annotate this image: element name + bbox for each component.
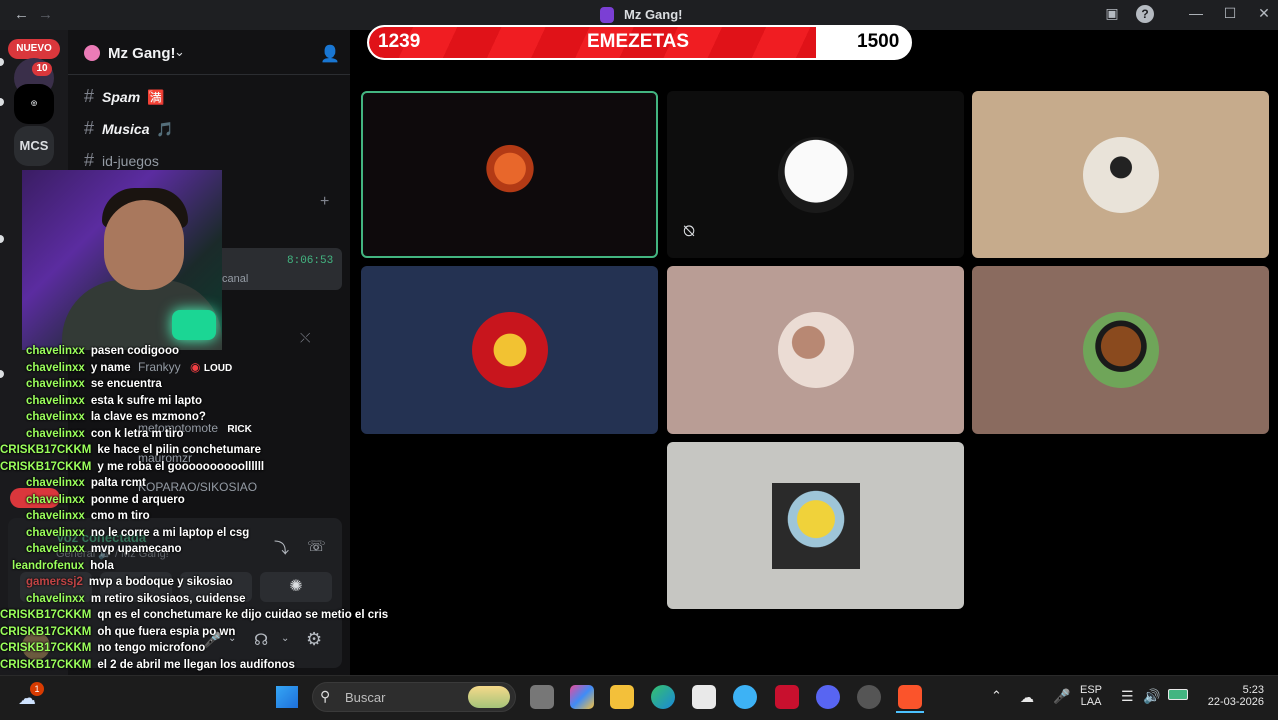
search-highlight-image <box>468 686 510 708</box>
onedrive-icon[interactable]: ☁ <box>1020 689 1034 706</box>
chat-message: chavelinxx y name <box>26 361 131 374</box>
chat-message: CRISKB17CKKM no tengo microfono <box>0 642 206 654</box>
chat-message: chavelinxx se encuentra <box>26 378 162 390</box>
discord-icon[interactable] <box>816 685 840 709</box>
hash-icon: # <box>84 150 95 170</box>
chat-message: chavelinxx ponme d arquero <box>26 493 185 506</box>
unread-count-badge: 10 <box>32 62 52 76</box>
participant-tile-am-logo[interactable]: ⦰ <box>667 91 964 258</box>
webcam-mic <box>172 310 216 340</box>
battery-icon[interactable] <box>1168 689 1188 700</box>
blurred-avatar <box>777 312 854 388</box>
goal-target-value: 1500 <box>857 31 900 52</box>
participant-tile-blurred[interactable] <box>667 266 964 434</box>
file-explorer-icon[interactable] <box>610 685 634 709</box>
chevron-up-icon[interactable]: ⌃ <box>991 688 1002 704</box>
chat-message: chavelinxx palta rcmt <box>26 477 146 489</box>
chat-message: CRISKB17CKKM ke hace el pilin conchetumar… <box>0 444 261 456</box>
search-placeholder: Buscar <box>345 690 386 705</box>
volume-icon[interactable]: 🔊 <box>1143 688 1160 705</box>
language-indicator[interactable]: ESP LAA <box>1080 684 1102 708</box>
crash-avatar <box>474 142 545 207</box>
participant-tile-crash[interactable] <box>361 91 658 258</box>
new-badge: NUEVO <box>8 39 60 59</box>
invite-user-icon[interactable]: 👤 <box>320 44 340 64</box>
minion-avatar <box>771 482 860 569</box>
goal-current-value: 1239 <box>378 31 421 52</box>
obs-icon[interactable] <box>857 685 881 709</box>
search-icon: ⚲ <box>320 688 331 704</box>
hash-icon: # <box>84 118 95 138</box>
edge-browser-icon[interactable] <box>651 685 675 709</box>
chat-message: leandrofenux hola <box>12 559 114 572</box>
am-logo-avatar <box>777 136 854 213</box>
chat-message: gamerssj2 mvp a bodoque y sikosiao <box>26 576 233 588</box>
windows-start-icon[interactable] <box>276 686 298 708</box>
microsoft-store-icon[interactable] <box>692 685 716 709</box>
webcam-face <box>104 200 184 290</box>
window-title: Mz Gang! <box>624 7 683 22</box>
copilot-icon[interactable] <box>570 685 594 709</box>
chat-message: chavelinxx la clave es mzmono? <box>26 411 206 423</box>
brave-browser-icon[interactable] <box>898 685 922 709</box>
chat-message: chavelinxx con k letra m tiro <box>26 427 184 440</box>
chat-message: CRISKB17CKKM el 2 de abril me llegan los … <box>0 658 295 671</box>
channel-spam[interactable]: # Spam 🈵 <box>84 86 164 107</box>
channel-emoji: 🈵 <box>147 89 165 105</box>
participant-tile-minion[interactable] <box>667 442 964 609</box>
server-icon-mcs[interactable]: MCS <box>14 126 54 166</box>
task-view-icon[interactable] <box>530 685 554 709</box>
help-icon[interactable]: ? <box>1136 5 1154 23</box>
microphone-tray-icon[interactable]: 🎤 <box>1053 688 1070 705</box>
channel-id-juegos[interactable]: # id-juegos <box>84 150 159 171</box>
divider <box>68 74 350 75</box>
activity-timestamp: 8:06:53 <box>287 255 334 267</box>
maximize-icon[interactable]: ☐ <box>1220 5 1240 22</box>
streamer-webcam <box>22 170 222 350</box>
soviet-avatar <box>471 312 548 388</box>
chat-message: chavelinxx no le corre a mi laptop el csg <box>26 526 250 539</box>
chat-message: CRISKB17CKKM qn es el conchetumare ke dij… <box>0 609 389 621</box>
chat-message: chavelinxx esta k sufre mi lapto <box>26 394 203 407</box>
chat-message: CRISKB17CKKM y me roba el goooooooooollll… <box>0 460 265 473</box>
mcafee-icon[interactable] <box>775 685 799 709</box>
wifi-icon[interactable]: ☰ <box>1121 688 1134 705</box>
server-boost-icon <box>84 45 100 61</box>
weather-badge: 1 <box>30 682 44 696</box>
close-icon[interactable]: ✕ <box>1254 5 1274 22</box>
participant-tile-soviet[interactable] <box>361 266 658 434</box>
forward-arrow-icon[interactable]: → <box>38 6 53 23</box>
chat-message: chavelinxx cmo m tiro <box>26 510 150 522</box>
hash-icon: # <box>84 86 95 106</box>
chevron-down-icon[interactable]: ⌄ <box>174 44 185 60</box>
chat-message: chavelinxx pasen codigooo <box>26 345 179 357</box>
app-logo-icon <box>600 7 614 23</box>
active-app-indicator <box>896 711 924 713</box>
inbox-icon[interactable]: ▣ <box>1102 5 1122 22</box>
clock[interactable]: 5:23 22-03-2026 <box>1198 684 1264 708</box>
chat-overlay: chavelinxx pasen codigooo chavelinxx y nam… <box>0 343 389 673</box>
channel-emoji: 🎵 <box>156 121 174 137</box>
back-arrow-icon[interactable]: ← <box>14 6 29 23</box>
cartoon-avatar <box>1082 312 1159 388</box>
chat-message: chavelinxx mvp upamecano <box>26 543 182 555</box>
chat-message: CRISKB17CKKM oh que fuera espia po wn <box>0 625 236 638</box>
server-icon-sports[interactable]: ◎ <box>14 84 54 124</box>
participant-tile-girl[interactable] <box>972 91 1269 258</box>
server-name[interactable]: Mz Gang! <box>108 45 176 62</box>
weather-app-icon[interactable] <box>733 685 757 709</box>
muted-camera-icon: ⦰ <box>683 223 696 240</box>
channel-musica[interactable]: # Musica 🎵 <box>84 118 174 139</box>
girl-avatar <box>1082 136 1159 213</box>
goal-label: EMEZETAS <box>587 31 690 52</box>
add-channel-icon[interactable]: + <box>320 193 329 211</box>
canal-label: canal <box>222 273 249 285</box>
minimize-icon[interactable]: — <box>1186 5 1206 21</box>
participant-tile-cartoon[interactable] <box>972 266 1269 434</box>
chat-message: chavelinxx m retiro sikosiaos, cuidense <box>26 592 246 605</box>
